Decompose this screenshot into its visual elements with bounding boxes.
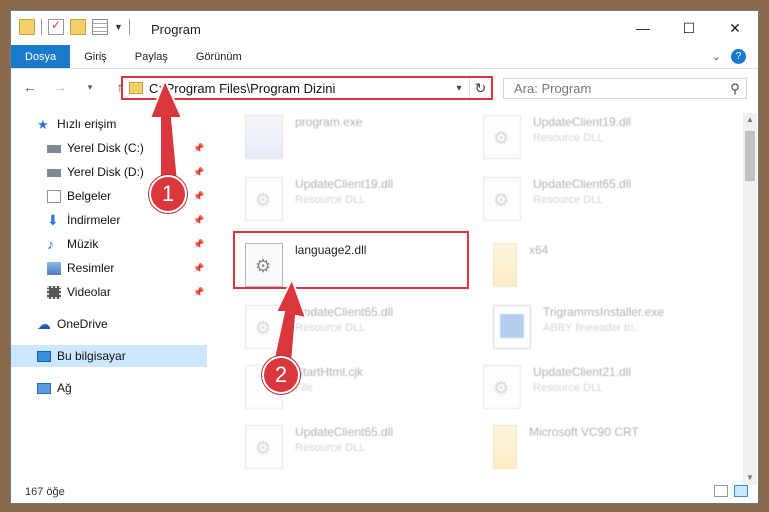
tutorial-arrows [148, 77, 308, 364]
arrow-to-address-bar [148, 77, 184, 186]
step-1-badge: 1 [149, 175, 187, 213]
step-2-badge: 2 [262, 356, 300, 394]
arrow-to-file [272, 276, 308, 364]
